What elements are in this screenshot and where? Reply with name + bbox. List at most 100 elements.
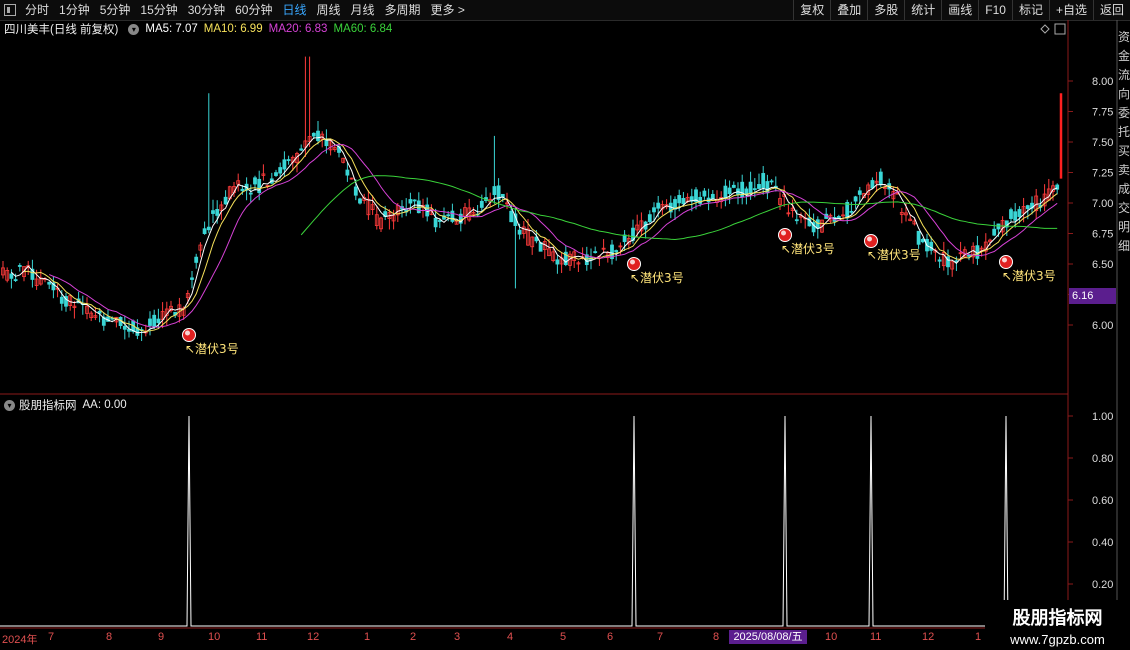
candle-body <box>47 281 52 285</box>
indicator-tick-label: 0.40 <box>1092 537 1113 549</box>
candle-body <box>152 314 157 328</box>
watermark-url: www.7gpzb.com <box>1010 632 1105 647</box>
candle-body <box>358 198 362 204</box>
candle-body <box>920 239 925 243</box>
candle-body <box>967 254 971 257</box>
price-tick-label: 7.00 <box>1092 198 1113 210</box>
candle-body <box>996 223 1001 230</box>
candle-body <box>223 196 228 205</box>
candle-body <box>211 210 215 214</box>
ma20-line <box>49 144 1058 328</box>
candle-body <box>316 130 320 141</box>
candle-body <box>156 318 161 324</box>
candle-body <box>878 171 883 186</box>
candle-body <box>517 229 522 235</box>
candle-body <box>761 173 766 189</box>
sidebar-tab-char[interactable]: 流 <box>1118 66 1130 83</box>
date-tick-label: 7 <box>48 631 55 643</box>
candle-body <box>206 226 211 231</box>
panel-menu-icon <box>1054 23 1066 35</box>
candle-body <box>849 210 854 213</box>
date-tick-label: 5 <box>560 631 567 643</box>
candle-body <box>274 172 278 176</box>
candle-body <box>614 250 619 253</box>
candle-body <box>975 245 980 259</box>
sidebar-tab-char[interactable]: 明 <box>1118 218 1130 235</box>
signal-label: ↖潜伏3号 <box>781 242 835 256</box>
candle-body <box>479 200 484 208</box>
sidebar-tab-char[interactable]: 向 <box>1118 85 1130 102</box>
candle-body <box>677 195 682 204</box>
candle-body <box>509 210 514 223</box>
sidebar-tab-char[interactable]: 买 <box>1118 142 1130 159</box>
sidebar-tab-char[interactable]: 交 <box>1118 199 1130 216</box>
indicator-tick-label: 0.20 <box>1092 579 1113 591</box>
candle-body <box>215 209 220 216</box>
price-tick-label: 7.25 <box>1092 168 1113 180</box>
date-tick-label: 2 <box>410 631 417 643</box>
candle-body <box>769 180 774 183</box>
sidebar-tab-char[interactable]: 委 <box>1118 104 1130 121</box>
sidebar-tab-char[interactable]: 细 <box>1118 237 1130 254</box>
candle-body <box>1013 211 1018 221</box>
date-tick-label: 8 <box>106 631 113 643</box>
date-tick-label: 6 <box>607 631 614 643</box>
candle-body <box>148 318 152 326</box>
signal-label: ↖潜伏3号 <box>1002 269 1056 283</box>
candle-body <box>748 181 753 194</box>
sidebar-tab-char[interactable]: 资 <box>1118 28 1130 45</box>
candle-body <box>278 167 283 174</box>
candle-body <box>794 219 799 222</box>
candle-body <box>752 188 757 191</box>
candle-body <box>853 196 858 202</box>
current-price-tag: 6.16 <box>1069 288 1116 304</box>
candle-body <box>492 186 497 196</box>
candle-body <box>286 159 291 161</box>
chevron-down-icon[interactable]: ▾ <box>4 399 15 411</box>
price-chart[interactable]: 8.007.757.507.257.006.756.506.256.001.00… <box>0 0 1130 650</box>
sidebar-tab-char[interactable]: 成 <box>1118 180 1130 197</box>
watermark: 股朋指标网 www.7gpzb.com <box>985 600 1130 650</box>
price-tick-label: 6.00 <box>1092 320 1113 332</box>
signal-marker-highlight <box>867 236 872 242</box>
candle-body <box>437 220 442 222</box>
candle-body <box>433 217 438 228</box>
date-tick-label: 1 <box>364 631 371 643</box>
watermark-title: 股朋指标网 <box>1012 608 1103 628</box>
candle-body <box>248 192 253 195</box>
candle-body <box>202 228 207 234</box>
sidebar-tab-char[interactable]: 金 <box>1118 47 1130 64</box>
candle-body <box>253 177 257 185</box>
candle-body <box>240 188 245 192</box>
candle-body <box>408 199 413 204</box>
candle-body <box>681 198 686 205</box>
signal-label: ↖潜伏3号 <box>867 248 921 262</box>
candle-body <box>345 169 350 176</box>
candle-body <box>916 230 921 245</box>
candle-body <box>1017 209 1022 217</box>
indicator-aa-line <box>0 415 1068 627</box>
date-tick-label: 4 <box>507 631 514 643</box>
date-tick-label: 10 <box>208 631 221 643</box>
candle-body <box>446 214 451 217</box>
price-tick-label: 6.50 <box>1092 259 1113 271</box>
candle-body <box>647 214 652 222</box>
price-tick-label: 6.75 <box>1092 229 1113 241</box>
date-tick-label: 9 <box>158 631 165 643</box>
indicator-title: 股朋指标网 <box>19 400 77 412</box>
sidebar-tab-char[interactable]: 托 <box>1118 123 1130 140</box>
date-tick-label: 7 <box>657 631 664 643</box>
candle-body <box>13 279 18 281</box>
candle-body <box>412 199 417 202</box>
date-tick-label: 2024年 <box>2 634 38 646</box>
candle-body <box>59 296 64 304</box>
candle-body <box>194 256 199 263</box>
candle-body <box>353 186 358 196</box>
candle-body <box>9 273 14 279</box>
candle-body <box>656 202 661 209</box>
date-tick-label: 1 <box>975 631 982 643</box>
sidebar-tab-char[interactable]: 卖 <box>1118 161 1130 178</box>
indicator-tick-label: 1.00 <box>1092 411 1113 423</box>
candle-body <box>311 132 316 137</box>
candle-body <box>815 219 820 229</box>
